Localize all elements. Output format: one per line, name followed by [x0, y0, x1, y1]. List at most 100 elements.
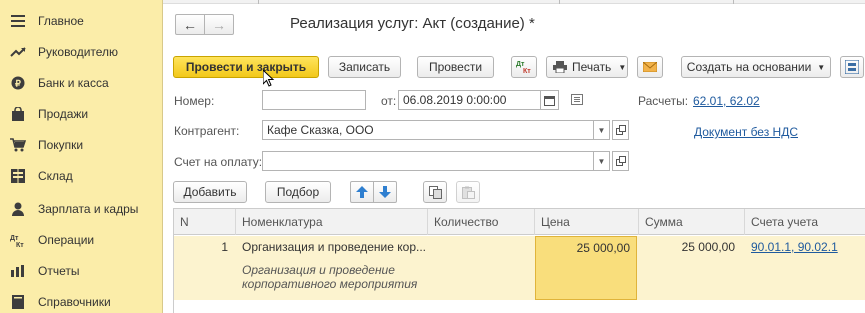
- sidebar-item-main[interactable]: Главное: [0, 6, 163, 36]
- item-name: Организация и проведение кор...: [242, 240, 426, 254]
- column-header-n[interactable]: N: [174, 209, 236, 235]
- date-field[interactable]: 06.08.2019 0:00:00: [398, 90, 541, 110]
- add-row-button[interactable]: Добавить: [173, 181, 247, 203]
- arrow-down-icon: [379, 186, 391, 198]
- sidebar-item-label: Главное: [38, 14, 84, 28]
- sidebar-item-sales[interactable]: Продажи: [0, 99, 163, 129]
- sidebar-item-label: Покупки: [38, 138, 84, 152]
- svg-text:₽: ₽: [15, 79, 21, 89]
- arrow-left-icon: ←: [183, 16, 197, 33]
- mouse-cursor-icon: [262, 68, 275, 91]
- column-header-sum[interactable]: Сумма: [639, 209, 745, 235]
- quantity-cell[interactable]: [428, 236, 535, 300]
- sidebar-item-warehouse[interactable]: Склад: [0, 161, 163, 191]
- sidebar-item-management[interactable]: Руководителю: [0, 37, 163, 67]
- svg-text:Дт: Дт: [10, 235, 19, 242]
- bar-chart-icon: [10, 263, 26, 279]
- hierarchy-icon: [845, 60, 859, 74]
- sidebar-item-label: Операции: [38, 233, 95, 247]
- main-area: ← → Реализация услуг: Акт (создание) * П…: [163, 0, 865, 313]
- svg-text:Дт: Дт: [516, 61, 525, 68]
- table-row[interactable]: 1 Организация и проведение кор... Органи…: [174, 236, 865, 300]
- cart-icon: [10, 137, 26, 153]
- column-header-accounts[interactable]: Счета учета: [745, 209, 865, 235]
- open-form-icon: [615, 156, 626, 166]
- counterparty-dropdown[interactable]: ▼: [593, 120, 610, 140]
- dt-kt-button[interactable]: Дт Кт: [511, 56, 537, 78]
- invoice-open-button[interactable]: [612, 151, 629, 171]
- sum-cell[interactable]: 25 000,00: [639, 236, 745, 300]
- table-empty-area: [174, 300, 865, 313]
- sidebar-item-operations[interactable]: Дт Кт Операции: [0, 225, 163, 255]
- accounts-link[interactable]: 62.01, 62.02: [693, 94, 760, 108]
- move-up-button[interactable]: [350, 181, 374, 203]
- sidebar-item-purchases[interactable]: Покупки: [0, 130, 163, 160]
- invoice-label: Счет на оплату:: [174, 155, 263, 169]
- accounts-cell-link[interactable]: 90.01.1, 90.02.1: [751, 240, 838, 254]
- envelope-icon: [643, 62, 657, 72]
- column-header-item[interactable]: Номенклатура: [236, 209, 428, 235]
- calendar-icon: [544, 95, 555, 106]
- item-cell[interactable]: Организация и проведение кор... Организа…: [236, 236, 428, 300]
- arrow-up-icon: [356, 186, 368, 198]
- save-button[interactable]: Записать: [328, 56, 401, 78]
- row-number: 1: [221, 240, 228, 254]
- printer-icon: [553, 61, 567, 73]
- shopping-bag-icon: [10, 106, 26, 122]
- sidebar: Главное Руководителю ₽ Банк и касса Прод…: [0, 0, 163, 313]
- sidebar-item-label: Склад: [38, 169, 73, 183]
- back-button[interactable]: ←: [175, 14, 205, 35]
- sidebar-item-references[interactable]: Справочники: [0, 287, 163, 313]
- print-label: Печать: [572, 60, 612, 74]
- sidebar-item-bank[interactable]: ₽ Банк и касса: [0, 68, 163, 98]
- dt-kt-icon: Дт Кт: [515, 58, 533, 77]
- item-description-line-2: корпоративного мероприятия: [242, 277, 418, 291]
- invoice-field[interactable]: [262, 151, 594, 171]
- top-tab-strip: [163, 0, 865, 4]
- number-field[interactable]: [262, 90, 366, 110]
- sidebar-item-label: Продажи: [38, 107, 89, 121]
- menu-list-icon: [10, 13, 26, 29]
- column-header-price[interactable]: Цена: [535, 209, 639, 235]
- services-table: N Номенклатура Количество Цена Сумма Сче…: [173, 208, 865, 313]
- paste-rows-button[interactable]: [456, 181, 480, 203]
- svg-text:Кт: Кт: [16, 242, 24, 247]
- item-description-line-1: Организация и проведение: [242, 263, 395, 277]
- sidebar-item-salary[interactable]: Зарплата и кадры: [0, 194, 163, 224]
- email-button[interactable]: [637, 56, 663, 78]
- accounts-label: Расчеты:: [638, 94, 689, 108]
- move-down-button[interactable]: [373, 181, 397, 203]
- trend-icon: [10, 44, 26, 60]
- dt-kt-icon: Дт Кт: [10, 232, 26, 248]
- post-and-close-button[interactable]: Провести и закрыть: [173, 56, 319, 78]
- sidebar-item-label: Руководителю: [38, 45, 119, 59]
- number-label: Номер:: [174, 94, 215, 108]
- structure-button[interactable]: [840, 56, 864, 78]
- comment-icon[interactable]: [571, 94, 583, 108]
- paste-icon: [461, 186, 475, 199]
- copy-rows-button[interactable]: [423, 181, 447, 203]
- counterparty-open-button[interactable]: [612, 120, 629, 140]
- sidebar-item-reports[interactable]: Отчеты: [0, 256, 163, 286]
- invoice-dropdown[interactable]: ▼: [593, 151, 610, 171]
- sidebar-item-label: Справочники: [38, 295, 111, 309]
- chevron-down-icon: ▼: [618, 62, 627, 72]
- sidebar-item-label: Банк и касса: [38, 76, 109, 90]
- forward-button[interactable]: →: [204, 14, 234, 35]
- open-form-icon: [615, 125, 626, 135]
- chevron-down-icon: ▼: [817, 62, 826, 72]
- select-button[interactable]: Подбор: [265, 181, 331, 203]
- post-button[interactable]: Провести: [417, 56, 494, 78]
- create-based-label: Создать на основании: [686, 60, 812, 74]
- create-based-on-button[interactable]: Создать на основании ▼: [681, 56, 831, 78]
- coin-icon: ₽: [10, 75, 26, 91]
- print-button[interactable]: Печать ▼: [546, 56, 628, 78]
- copy-icon: [428, 185, 442, 199]
- vat-document-link[interactable]: Документ без НДС: [694, 125, 798, 139]
- svg-text:Кт: Кт: [523, 68, 531, 74]
- column-header-quantity[interactable]: Количество: [428, 209, 535, 235]
- accounts-cell[interactable]: 90.01.1, 90.02.1: [745, 236, 865, 300]
- counterparty-field[interactable]: Кафе Сказка, ООО: [262, 120, 594, 140]
- price-cell[interactable]: 25 000,00: [535, 236, 637, 300]
- calendar-button[interactable]: [540, 90, 559, 110]
